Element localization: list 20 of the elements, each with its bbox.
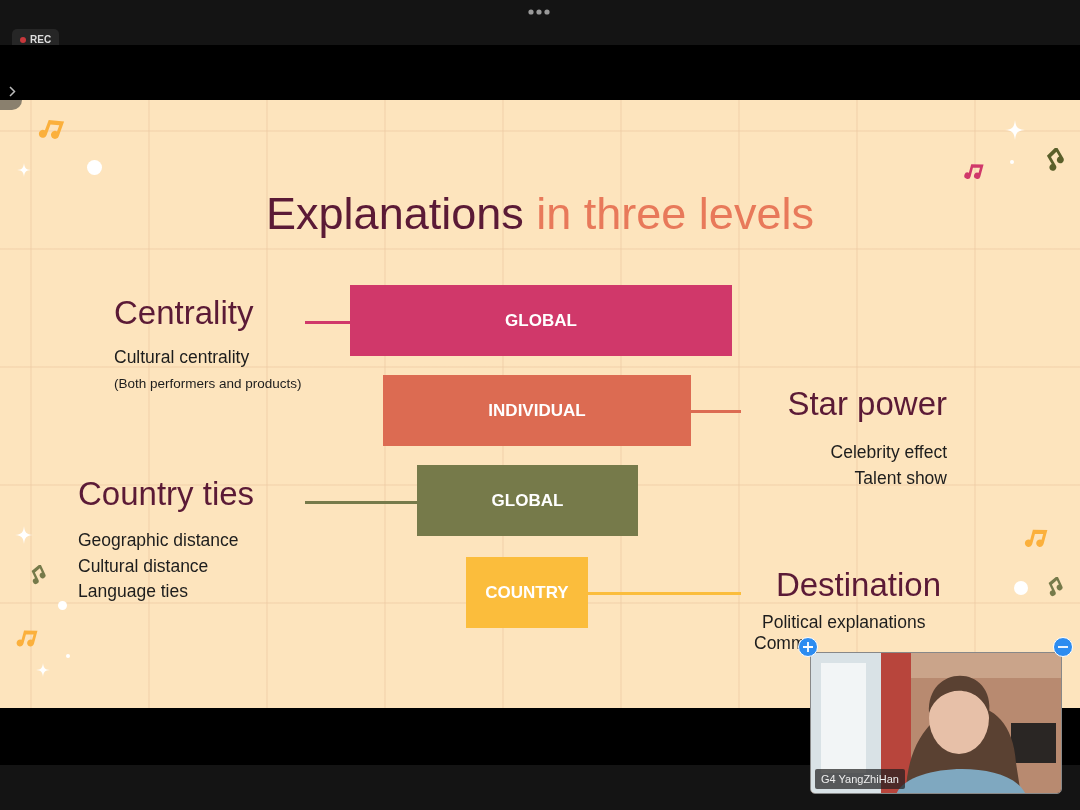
level-bar: GLOBAL — [417, 465, 638, 536]
recording-label: REC — [30, 33, 52, 47]
level-bar: COUNTRY — [466, 557, 588, 628]
explanation-heading: Star power — [787, 386, 947, 423]
explanation-text: Political explanations — [762, 614, 926, 632]
slide-title: Explanations in three levels — [265, 187, 815, 241]
explanation-heading: Centrality — [114, 295, 254, 332]
explanation-note: (Both performers and products) — [114, 374, 302, 393]
explanation-text: Cultural distance — [78, 555, 209, 577]
explanation-text: Talent show — [854, 467, 947, 489]
explanation-heading: Destination — [775, 567, 941, 604]
level-bar: GLOBAL — [350, 285, 732, 356]
participant-name: G4 YangZhiHan — [815, 768, 905, 789]
level-bar: INDIVIDUAL — [383, 375, 691, 446]
explanation-text: Language ties — [78, 581, 188, 602]
explanation-text: Celebrity effect — [830, 442, 947, 463]
explanation-heading: Country ties — [78, 476, 255, 513]
video-tile[interactable]: G4 YangZhiHan — [810, 652, 1062, 794]
explanation-text: Geographic distance — [78, 530, 239, 551]
explanation-text: Cultural centrality — [114, 347, 250, 368]
